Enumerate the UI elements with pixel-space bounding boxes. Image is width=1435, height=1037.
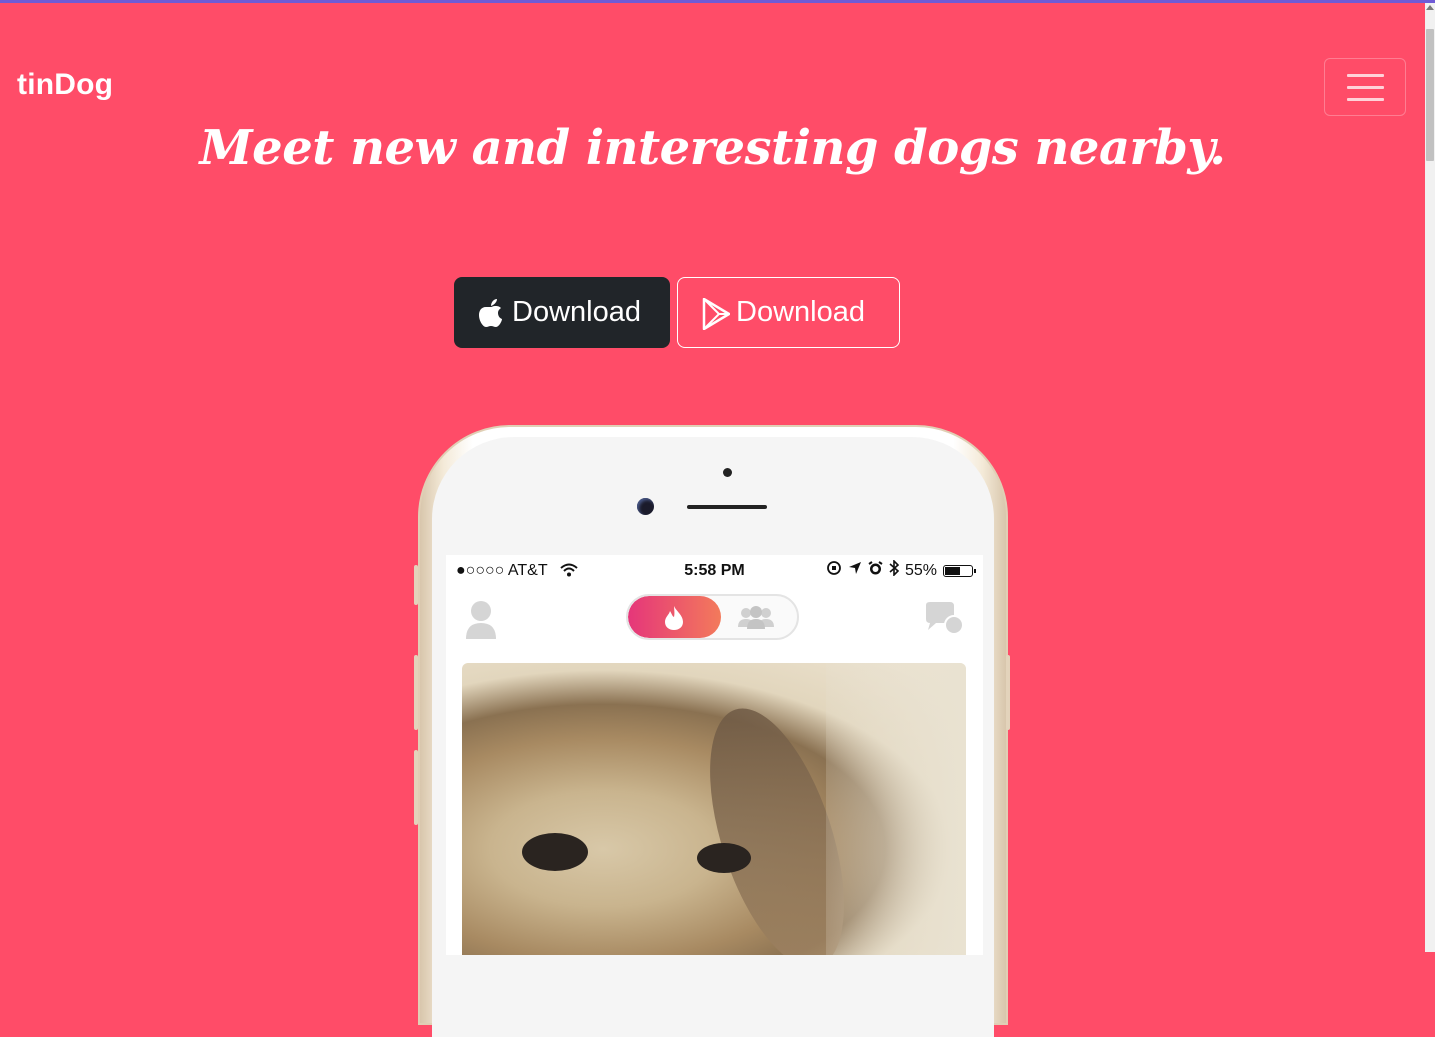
navbar-toggler-button[interactable]	[1324, 58, 1406, 116]
profile-icon[interactable]	[464, 599, 498, 644]
app-header	[446, 593, 983, 645]
browser-top-border	[0, 0, 1435, 3]
scroll-up-arrow-icon[interactable]	[1426, 5, 1434, 10]
dog-profile-photo[interactable]	[462, 663, 966, 955]
apple-download-button[interactable]: Download	[454, 277, 670, 348]
dog-eye	[522, 833, 588, 871]
phone-sensor	[723, 468, 732, 477]
brand-logo-link[interactable]: tinDog	[17, 68, 113, 102]
alarm-icon	[868, 560, 883, 581]
group-icon[interactable]	[736, 605, 776, 634]
phone-volume-down	[414, 750, 418, 825]
mode-segment-control[interactable]	[626, 594, 799, 640]
battery-icon	[943, 564, 976, 577]
phone-mute-switch	[414, 565, 418, 605]
location-arrow-icon	[848, 561, 862, 580]
photo-background	[826, 663, 966, 955]
apple-download-label: Download	[512, 296, 641, 328]
phone-volume-up	[414, 655, 418, 730]
chat-icon[interactable]	[922, 601, 964, 642]
status-icons: 55%	[826, 559, 976, 581]
dog-eye	[697, 843, 751, 873]
flame-icon	[663, 605, 685, 636]
rotation-lock-icon	[826, 560, 842, 581]
phone-speaker	[687, 505, 767, 509]
status-bar: ●○○○○ AT&T 5:58 PM 55%	[446, 555, 983, 587]
segment-flame-tab[interactable]	[628, 596, 721, 638]
google-play-download-label: Download	[736, 296, 865, 328]
google-play-download-button[interactable]: Download	[677, 277, 900, 348]
phone-screen: ●○○○○ AT&T 5:58 PM 55%	[446, 555, 983, 955]
apple-icon	[478, 298, 504, 328]
page-scrollbar[interactable]	[1425, 3, 1435, 952]
phone-power-button	[1006, 655, 1010, 730]
phone-camera	[637, 498, 654, 515]
google-play-icon	[702, 297, 731, 330]
battery-percent: 55%	[904, 561, 937, 579]
hero-headline: Meet new and interesting dogs nearby.	[199, 120, 1226, 176]
bluetooth-icon	[889, 559, 900, 581]
scroll-thumb[interactable]	[1426, 29, 1434, 161]
